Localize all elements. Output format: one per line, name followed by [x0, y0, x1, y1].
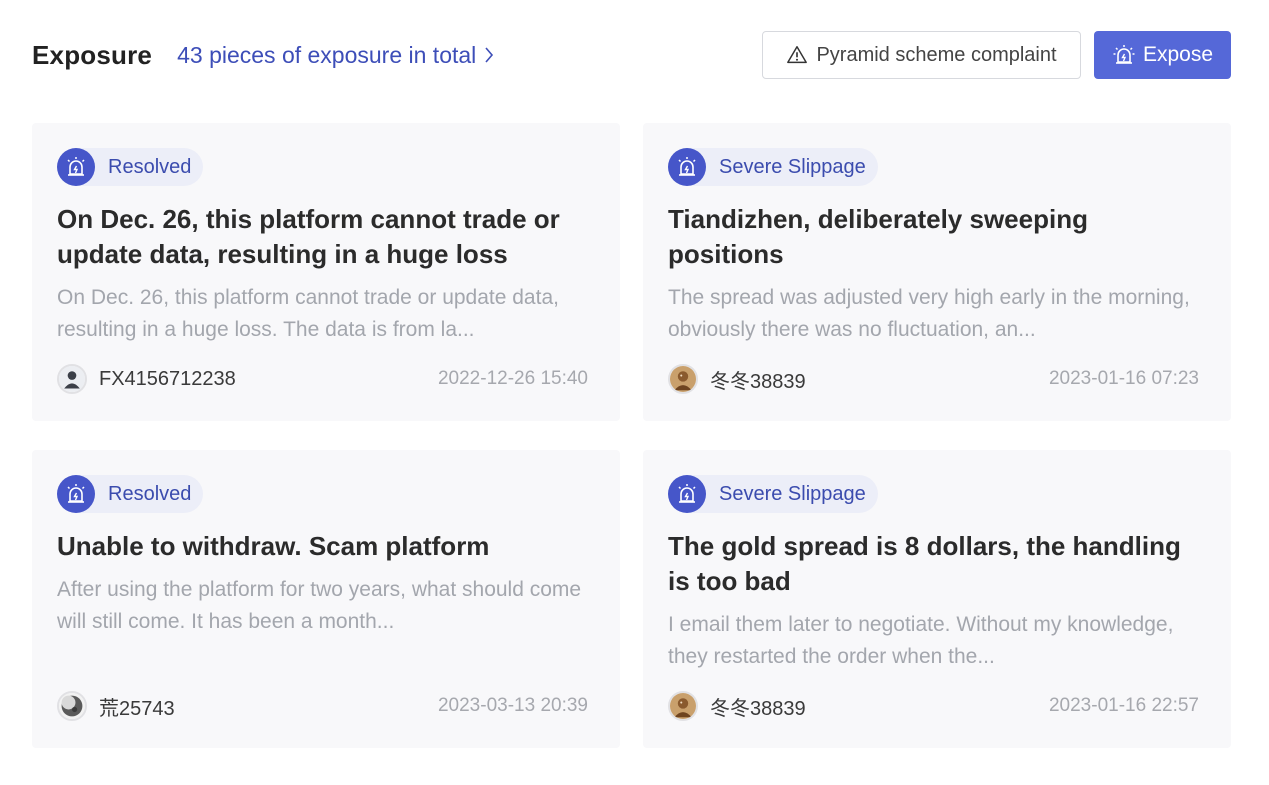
- chevron-right-icon: [485, 47, 494, 63]
- card-description: On Dec. 26, this platform cannot trade o…: [57, 286, 559, 341]
- card-footer: 冬冬38839 2023-01-16 07:23: [668, 363, 1199, 395]
- author-name[interactable]: 冬冬38839: [710, 692, 806, 721]
- status-tag: Severe Slippage: [668, 148, 878, 186]
- exposure-card[interactable]: Severe Slippage The gold spread is 8 dol…: [643, 450, 1231, 748]
- card-footer: 荒25743 2023-03-13 20:39: [57, 690, 588, 722]
- moon-avatar-icon: [59, 693, 85, 719]
- exposure-header: Exposure 43 pieces of exposure in total …: [32, 31, 1231, 79]
- expose-button[interactable]: Expose: [1094, 31, 1231, 79]
- avatar[interactable]: [57, 691, 87, 721]
- card-title[interactable]: On Dec. 26, this platform cannot trade o…: [57, 202, 595, 272]
- post-date: 2023-03-13 20:39: [437, 695, 588, 716]
- author-name[interactable]: 冬冬38839: [710, 365, 806, 394]
- warning-icon: [787, 46, 808, 64]
- total-exposure-link[interactable]: 43 pieces of exposure in total: [177, 42, 494, 69]
- pyramid-complaint-label: Pyramid scheme complaint: [816, 43, 1057, 66]
- alarm-light-icon: [57, 148, 95, 186]
- default-user-avatar-icon: [59, 366, 85, 392]
- section-title: Exposure: [32, 39, 153, 70]
- post-date: 2023-01-16 07:23: [1048, 368, 1199, 389]
- card-title[interactable]: The gold spread is 8 dollars, the handli…: [668, 529, 1206, 599]
- author-name[interactable]: 荒25743: [99, 692, 175, 721]
- alarm-light-icon: [668, 148, 706, 186]
- photo-avatar-icon: [670, 693, 696, 719]
- avatar[interactable]: [668, 691, 698, 721]
- expose-label: Expose: [1142, 43, 1214, 66]
- exposure-card[interactable]: Resolved On Dec. 26, this platform canno…: [32, 123, 620, 421]
- status-tag-label: Severe Slippage: [719, 482, 866, 505]
- exposure-section: Exposure 43 pieces of exposure in total …: [0, 0, 1269, 785]
- card-title[interactable]: Unable to withdraw. Scam platform: [57, 529, 595, 564]
- total-exposure-label: 43 pieces of exposure in total: [177, 41, 477, 68]
- status-tag: Resolved: [57, 148, 204, 186]
- card-description: I email them later to negotiate. Without…: [668, 613, 1174, 668]
- header-actions: Pyramid scheme complaint Expose: [762, 31, 1231, 79]
- avatar[interactable]: [57, 364, 87, 394]
- card-footer: 冬冬38839 2023-01-16 22:57: [668, 690, 1199, 722]
- card-footer: FX4156712238 2022-12-26 15:40: [57, 363, 588, 395]
- pyramid-complaint-button[interactable]: Pyramid scheme complaint: [762, 31, 1081, 79]
- card-description: After using the platform for two years, …: [57, 578, 582, 633]
- card-title[interactable]: Tiandizhen, deliberately sweeping positi…: [668, 202, 1206, 272]
- card-description: The spread was adjusted very high early …: [668, 286, 1190, 341]
- status-tag-label: Resolved: [108, 155, 192, 178]
- status-tag-label: Severe Slippage: [719, 155, 866, 178]
- alarm-light-icon: [668, 475, 706, 513]
- post-date: 2022-12-26 15:40: [437, 368, 588, 389]
- alarm-light-icon: [1113, 45, 1135, 64]
- status-tag: Resolved: [57, 475, 204, 513]
- photo-avatar-icon: [670, 366, 696, 392]
- author-name[interactable]: FX4156712238: [99, 368, 236, 391]
- exposure-card[interactable]: Severe Slippage Tiandizhen, deliberately…: [643, 123, 1231, 421]
- avatar[interactable]: [668, 364, 698, 394]
- exposure-card[interactable]: Resolved Unable to withdraw. Scam platfo…: [32, 450, 620, 748]
- status-tag: Severe Slippage: [668, 475, 878, 513]
- alarm-light-icon: [57, 475, 95, 513]
- post-date: 2023-01-16 22:57: [1048, 695, 1199, 716]
- status-tag-label: Resolved: [108, 482, 192, 505]
